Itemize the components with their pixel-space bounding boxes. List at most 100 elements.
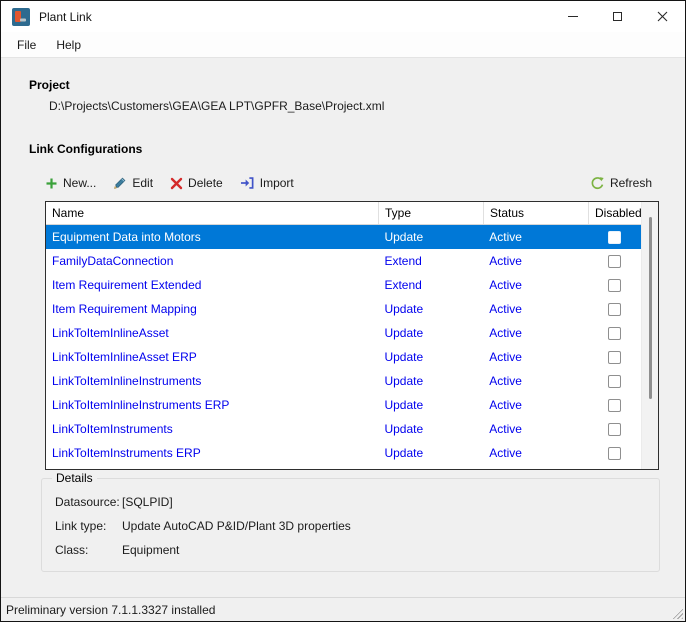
edit-button[interactable]: Edit [113,176,153,190]
disabled-checkbox[interactable] [608,278,622,292]
table-row[interactable]: LinkToItemInlineAsset ERP Update Active [46,345,641,369]
details-field-class: Class: Equipment [55,543,179,557]
column-header-type[interactable]: Type [379,202,484,224]
edit-button-label: Edit [132,176,154,190]
table-row[interactable]: LinkToItemInlineInstruments Update Active [46,369,641,393]
row-status: Active [489,374,522,388]
row-type: Update [384,422,424,436]
row-status: Active [489,422,522,436]
table-row[interactable]: LinkToItemInstruments ERP Update Active [46,441,641,465]
row-name: FamilyDataConnection [52,254,174,268]
import-button[interactable]: Import [240,176,294,190]
red-x-icon [170,177,183,189]
project-heading: Project [29,78,70,92]
details-label: Datasource: [55,495,120,509]
link-toolbar: New... Edit Delete Import Refresh [45,171,652,195]
close-button[interactable] [640,1,685,32]
column-header-disabled[interactable]: Disabled [589,202,642,224]
column-header-status[interactable]: Status [484,202,589,224]
details-field-datasource: Datasource: [SQLPID] [55,495,173,509]
details-groupbox: Details Datasource: [SQLPID] Link type: … [41,471,660,572]
status-bar: Preliminary version 7.1.1.3327 installed [1,597,685,621]
row-name: LinkToItemInstruments [52,422,173,436]
scrollbar-thumb[interactable] [649,217,652,399]
disabled-checkbox[interactable] [608,230,622,244]
row-type: Update [384,398,424,412]
maximize-button[interactable] [595,1,640,32]
disabled-checkbox[interactable] [608,350,622,364]
details-heading: Details [52,471,97,485]
link-table-body: Equipment Data into Motors Update Active Fa… [46,225,641,469]
app-icon [12,7,30,26]
row-type: Update [384,230,424,244]
resize-grip-icon[interactable] [670,606,683,619]
row-type: Update [384,302,424,316]
row-status: Active [489,398,522,412]
details-label: Class: [55,543,89,557]
column-header-name[interactable]: Name [46,202,379,224]
row-name: Item Requirement Extended [52,278,202,292]
menu-bar: File Help [1,32,685,58]
row-name: Equipment Data into Motors [52,230,201,244]
row-type: Update [384,326,424,340]
link-configurations-heading: Link Configurations [29,142,143,156]
row-status: Active [489,446,522,460]
close-icon [657,11,668,22]
table-row[interactable]: Equipment Data into Motors Update Active [46,225,641,249]
row-disabled-cell [588,273,641,297]
import-button-label: Import [259,176,294,190]
row-disabled-cell [588,225,641,249]
row-name: Item Requirement Mapping [52,302,197,316]
row-name [46,465,378,469]
app-window: Plant Link File Help Project D:\Projects… [0,0,686,622]
disabled-checkbox[interactable] [608,446,622,460]
disabled-checkbox[interactable] [608,374,622,388]
row-name: LinkToItemInlineInstruments [52,374,202,388]
row-disabled-cell [588,297,641,321]
table-row[interactable]: LinkToItemInstruments Update Active [46,417,641,441]
table-row[interactable]: LinkToItemInlineAsset Update Active [46,321,641,345]
row-type: Extend [384,254,422,268]
refresh-button[interactable]: Refresh [590,176,652,191]
row-disabled-cell [588,321,641,345]
table-row[interactable]: LinkToItemInlineInstruments ERP Update Act… [46,393,641,417]
row-name: LinkToItemInlineAsset ERP [52,350,197,364]
row-disabled-cell [588,345,641,369]
row-type: Update [384,374,424,388]
row-status: Active [489,278,522,292]
table-row[interactable] [46,465,641,469]
delete-button[interactable]: Delete [170,176,223,190]
row-name: LinkToItemInlineInstruments ERP [52,398,230,412]
disabled-checkbox[interactable] [608,326,622,340]
minimize-button[interactable] [550,1,595,32]
delete-button-label: Delete [188,176,223,190]
row-disabled-cell [588,249,641,273]
link-configurations-table: Name Type Status Disabled Equipment Data… [45,201,659,470]
table-row[interactable]: Item Requirement Extended Extend Active [46,273,641,297]
row-status: Active [489,302,522,316]
row-type: Update [384,446,424,460]
disabled-checkbox[interactable] [608,398,622,412]
new-button[interactable]: New... [45,176,96,190]
title-bar: Plant Link [1,1,685,32]
pencil-icon [114,177,126,189]
vertical-scrollbar[interactable] [641,202,658,469]
row-disabled-cell [588,393,641,417]
row-name: LinkToItemInlineAsset [52,326,169,340]
details-value: Equipment [122,543,180,557]
table-row[interactable]: Item Requirement Mapping Update Active [46,297,641,321]
details-value: Update AutoCAD P&ID/Plant 3D properties [122,519,351,533]
refresh-button-label: Refresh [609,176,652,190]
minimize-icon [567,16,578,17]
details-field-linktype: Link type: Update AutoCAD P&ID/Plant 3D … [55,519,351,533]
disabled-checkbox[interactable] [608,422,622,436]
menu-help[interactable]: Help [46,34,91,56]
row-type [378,465,483,469]
project-path: D:\Projects\Customers\GEA\GEA LPT\GPFR_B… [49,99,385,113]
table-row[interactable]: FamilyDataConnection Extend Active [46,249,641,273]
window-title: Plant Link [39,9,92,24]
row-name: LinkToItemInstruments ERP [52,446,201,460]
disabled-checkbox[interactable] [608,302,622,316]
menu-file[interactable]: File [7,34,46,56]
disabled-checkbox[interactable] [608,254,622,268]
